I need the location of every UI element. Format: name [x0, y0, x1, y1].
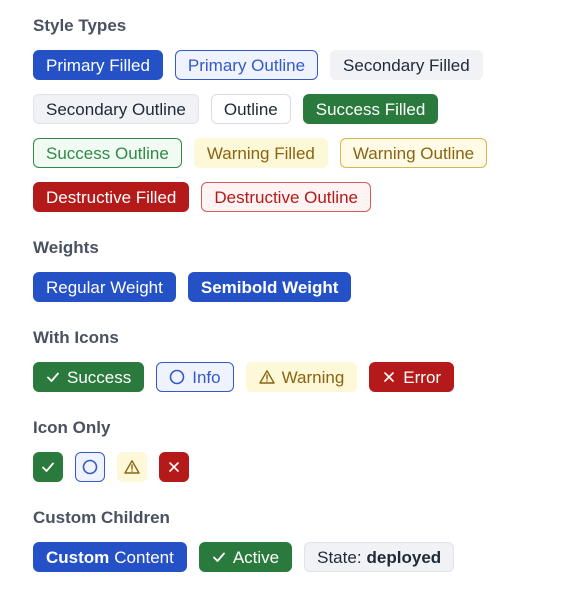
badge-success-icon: Success	[33, 362, 145, 392]
badge-warning-label: Warning	[281, 367, 345, 387]
badge-warning-icon: Warning	[245, 362, 358, 392]
badge-secondary-filled: Secondary Filled	[330, 50, 483, 80]
badge-icon-only-error	[159, 452, 189, 482]
icon-only-row	[33, 452, 534, 482]
custom-children-row: Custom Content Active State: deployed	[33, 542, 534, 572]
badge-success-label: Success	[67, 367, 132, 387]
badge-outline: Outline	[210, 94, 291, 124]
badge-warning-filled: Warning Filled	[193, 138, 328, 168]
badge-state-label: State:	[317, 547, 362, 567]
section-title-with-icons: With Icons	[33, 328, 119, 347]
badge-icon-only-warning	[117, 452, 147, 482]
x-icon	[384, 372, 395, 382]
circle-icon	[169, 369, 185, 385]
check-icon	[47, 372, 59, 382]
badge-state-value: deployed	[366, 547, 442, 567]
check-icon	[212, 552, 225, 562]
badge-custom-bold: Custom	[46, 547, 110, 567]
badge-state: State: deployed	[304, 542, 455, 572]
style-types-row-3: Success Outline Warning Filled Warning O…	[33, 138, 534, 168]
badge-icon-only-success	[33, 452, 63, 482]
badge-primary-filled: Primary Filled	[33, 50, 163, 80]
badge-active-label: Active	[232, 547, 280, 567]
badge-custom-content: Custom Content	[33, 542, 187, 572]
badge-destructive-filled: Destructive Filled	[33, 182, 190, 212]
section-title-weights: Weights	[33, 238, 99, 257]
badge-gallery: Style Types Primary Filled Primary Outli…	[0, 0, 567, 572]
section-title-custom-children: Custom Children	[33, 508, 170, 527]
badge-icon-only-info	[75, 452, 105, 482]
badge-regular-weight: Regular Weight	[33, 272, 176, 302]
check-icon	[42, 462, 54, 472]
with-icons-row: Success Info Warning Error	[33, 362, 534, 392]
badge-error-label: Error	[403, 367, 442, 387]
warning-triangle-icon	[124, 460, 140, 474]
style-types-row-4: Destructive Filled Destructive Outline	[33, 182, 534, 212]
badge-info-label: Info	[192, 367, 221, 387]
badge-active: Active	[198, 542, 293, 572]
badge-error-icon: Error	[369, 362, 455, 392]
badge-custom-rest: Content	[114, 547, 174, 567]
section-title-icon-only: Icon Only	[33, 418, 111, 437]
section-title-style-types: Style Types	[33, 16, 127, 35]
badge-warning-outline: Warning Outline	[339, 138, 488, 168]
style-types-row-1: Primary Filled Primary Outline Secondary…	[33, 50, 534, 80]
badge-info-icon: Info	[156, 362, 234, 392]
badge-primary-outline: Primary Outline	[174, 50, 319, 80]
badge-success-filled: Success Filled	[302, 94, 439, 124]
weights-row: Regular Weight Semibold Weight	[33, 272, 534, 302]
badge-semibold-weight: Semibold Weight	[187, 272, 352, 302]
circle-icon	[82, 459, 98, 475]
x-icon	[169, 462, 179, 472]
warning-triangle-icon	[258, 370, 275, 384]
style-types-row-2: Secondary Outline Outline Success Filled	[33, 94, 534, 124]
badge-secondary-outline: Secondary Outline	[33, 94, 199, 124]
badge-destructive-outline: Destructive Outline	[201, 182, 371, 212]
badge-success-outline: Success Outline	[33, 138, 182, 168]
